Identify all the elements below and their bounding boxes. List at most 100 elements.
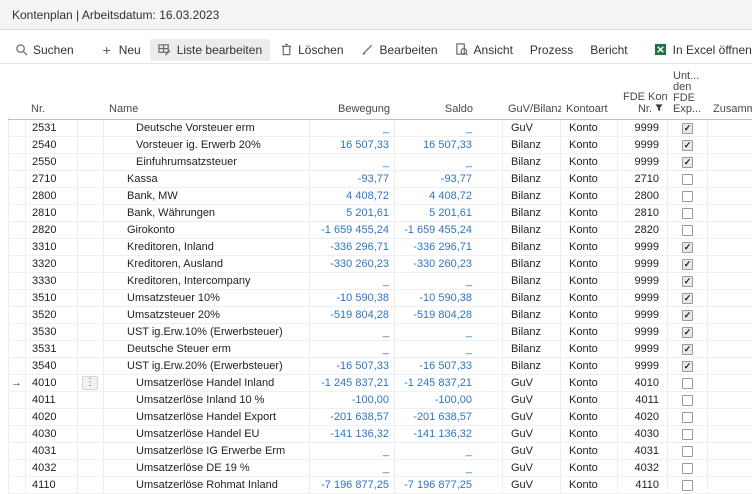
- fde-konto-nr-cell[interactable]: 4032: [618, 460, 668, 476]
- row-selector-cell[interactable]: [8, 477, 26, 493]
- account-name-cell[interactable]: Vorsteuer ig. Erwerb 20%: [104, 137, 310, 153]
- fde-export-checkbox[interactable]: ✓: [682, 327, 693, 338]
- guv-bilanz-cell[interactable]: Bilanz: [503, 290, 561, 306]
- fde-konto-nr-cell[interactable]: 9999: [618, 358, 668, 374]
- account-name-cell[interactable]: Umsatzerlöse Inland 10 %: [104, 392, 310, 408]
- column-header-zusamm[interactable]: Zusamm▼: [708, 103, 752, 119]
- bewegung-cell[interactable]: -93,77: [310, 171, 395, 187]
- row-selector-cell[interactable]: [8, 443, 26, 459]
- fde-export-checkbox[interactable]: ✓: [682, 259, 693, 270]
- fde-export-checkbox[interactable]: [682, 378, 693, 389]
- bewegung-cell[interactable]: _: [310, 120, 395, 136]
- bewegung-cell[interactable]: _: [310, 324, 395, 340]
- account-name-cell[interactable]: Umsatzerlöse Rohmat Inland: [104, 477, 310, 493]
- saldo-cell[interactable]: -93,77: [395, 171, 503, 187]
- account-number-cell[interactable]: 3530: [26, 324, 78, 340]
- kontoart-cell[interactable]: Konto: [561, 460, 618, 476]
- fde-konto-nr-cell[interactable]: 4110: [618, 477, 668, 493]
- fde-konto-nr-cell[interactable]: 9999: [618, 273, 668, 289]
- account-name-cell[interactable]: Umsatzerlöse IG Erwerbe Erm: [104, 443, 310, 459]
- column-header-kontoart[interactable]: Kontoart: [561, 103, 618, 119]
- fde-konto-nr-cell[interactable]: 4030: [618, 426, 668, 442]
- fde-konto-nr-cell[interactable]: 4031: [618, 443, 668, 459]
- account-name-cell[interactable]: Bank, MW: [104, 188, 310, 204]
- row-selector-cell[interactable]: [8, 273, 26, 289]
- row-selector-cell[interactable]: [8, 256, 26, 272]
- kontoart-cell[interactable]: Konto: [561, 443, 618, 459]
- guv-bilanz-cell[interactable]: Bilanz: [503, 273, 561, 289]
- account-number-cell[interactable]: 4110: [26, 477, 78, 493]
- kontoart-cell[interactable]: Konto: [561, 426, 618, 442]
- bewegung-cell[interactable]: -201 638,57: [310, 409, 395, 425]
- account-number-cell[interactable]: 4011: [26, 392, 78, 408]
- account-number-cell[interactable]: 4030: [26, 426, 78, 442]
- saldo-cell[interactable]: _: [395, 341, 503, 357]
- account-number-cell[interactable]: 4031: [26, 443, 78, 459]
- kontoart-cell[interactable]: Konto: [561, 341, 618, 357]
- account-number-cell[interactable]: 3310: [26, 239, 78, 255]
- fde-konto-nr-cell[interactable]: 9999: [618, 324, 668, 340]
- account-name-cell[interactable]: Bank, Währungen: [104, 205, 310, 221]
- kontoart-cell[interactable]: Konto: [561, 477, 618, 493]
- saldo-cell[interactable]: -1 659 455,24: [395, 222, 503, 238]
- kontoart-cell[interactable]: Konto: [561, 290, 618, 306]
- account-name-cell[interactable]: Kreditoren, Inland: [104, 239, 310, 255]
- account-number-cell[interactable]: 2550: [26, 154, 78, 170]
- account-number-cell[interactable]: 2820: [26, 222, 78, 238]
- guv-bilanz-cell[interactable]: GuV: [503, 443, 561, 459]
- kontoart-cell[interactable]: Konto: [561, 256, 618, 272]
- saldo-cell[interactable]: -100,00: [395, 392, 503, 408]
- account-name-cell[interactable]: Kreditoren, Intercompany: [104, 273, 310, 289]
- fde-konto-nr-cell[interactable]: 2800: [618, 188, 668, 204]
- fde-export-checkbox[interactable]: ✓: [682, 242, 693, 253]
- fde-export-checkbox[interactable]: [682, 429, 693, 440]
- kontoart-cell[interactable]: Konto: [561, 273, 618, 289]
- saldo-cell[interactable]: -336 296,71: [395, 239, 503, 255]
- row-selector-cell[interactable]: →: [8, 375, 26, 391]
- kontoart-cell[interactable]: Konto: [561, 171, 618, 187]
- saldo-cell[interactable]: _: [395, 154, 503, 170]
- account-number-cell[interactable]: 3531: [26, 341, 78, 357]
- fde-konto-nr-cell[interactable]: 9999: [618, 307, 668, 323]
- kontoart-cell[interactable]: Konto: [561, 409, 618, 425]
- fde-export-checkbox[interactable]: [682, 191, 693, 202]
- account-name-cell[interactable]: Kassa: [104, 171, 310, 187]
- row-selector-cell[interactable]: [8, 188, 26, 204]
- report-button[interactable]: Bericht: [582, 39, 635, 61]
- column-header-nr[interactable]: Nr.: [26, 103, 78, 119]
- account-name-cell[interactable]: Einfuhrumsatzsteuer: [104, 154, 310, 170]
- saldo-cell[interactable]: -7 196 877,25: [395, 477, 503, 493]
- guv-bilanz-cell[interactable]: Bilanz: [503, 137, 561, 153]
- guv-bilanz-cell[interactable]: GuV: [503, 120, 561, 136]
- fde-export-checkbox[interactable]: ✓: [682, 310, 693, 321]
- column-header-name[interactable]: Name: [104, 103, 310, 119]
- fde-export-checkbox[interactable]: [682, 174, 693, 185]
- bewegung-cell[interactable]: _: [310, 460, 395, 476]
- saldo-cell[interactable]: _: [395, 273, 503, 289]
- row-selector-cell[interactable]: [8, 290, 26, 306]
- kontoart-cell[interactable]: Konto: [561, 188, 618, 204]
- fde-konto-nr-cell[interactable]: 9999: [618, 154, 668, 170]
- new-button[interactable]: + Neu: [92, 39, 149, 61]
- saldo-cell[interactable]: _: [395, 324, 503, 340]
- kontoart-cell[interactable]: Konto: [561, 154, 618, 170]
- bewegung-cell[interactable]: 5 201,61: [310, 205, 395, 221]
- kontoart-cell[interactable]: Konto: [561, 307, 618, 323]
- account-number-cell[interactable]: 4020: [26, 409, 78, 425]
- account-name-cell[interactable]: UST ig.Erw.10% (Erwerbsteuer): [104, 324, 310, 340]
- fde-konto-nr-cell[interactable]: 9999: [618, 341, 668, 357]
- fde-konto-nr-cell[interactable]: 2810: [618, 205, 668, 221]
- row-selector-cell[interactable]: [8, 239, 26, 255]
- account-number-cell[interactable]: 4010: [26, 375, 78, 391]
- fde-konto-nr-cell[interactable]: 2710: [618, 171, 668, 187]
- saldo-cell[interactable]: -519 804,28: [395, 307, 503, 323]
- account-number-cell[interactable]: 4032: [26, 460, 78, 476]
- account-name-cell[interactable]: Umsatzsteuer 10%: [104, 290, 310, 306]
- account-name-cell[interactable]: Umsatzerlöse Handel Inland: [104, 375, 310, 391]
- saldo-cell[interactable]: _: [395, 460, 503, 476]
- row-selector-cell[interactable]: [8, 460, 26, 476]
- account-name-cell[interactable]: Umsatzerlöse Handel Export: [104, 409, 310, 425]
- kontoart-cell[interactable]: Konto: [561, 375, 618, 391]
- bewegung-cell[interactable]: _: [310, 273, 395, 289]
- bewegung-cell[interactable]: -519 804,28: [310, 307, 395, 323]
